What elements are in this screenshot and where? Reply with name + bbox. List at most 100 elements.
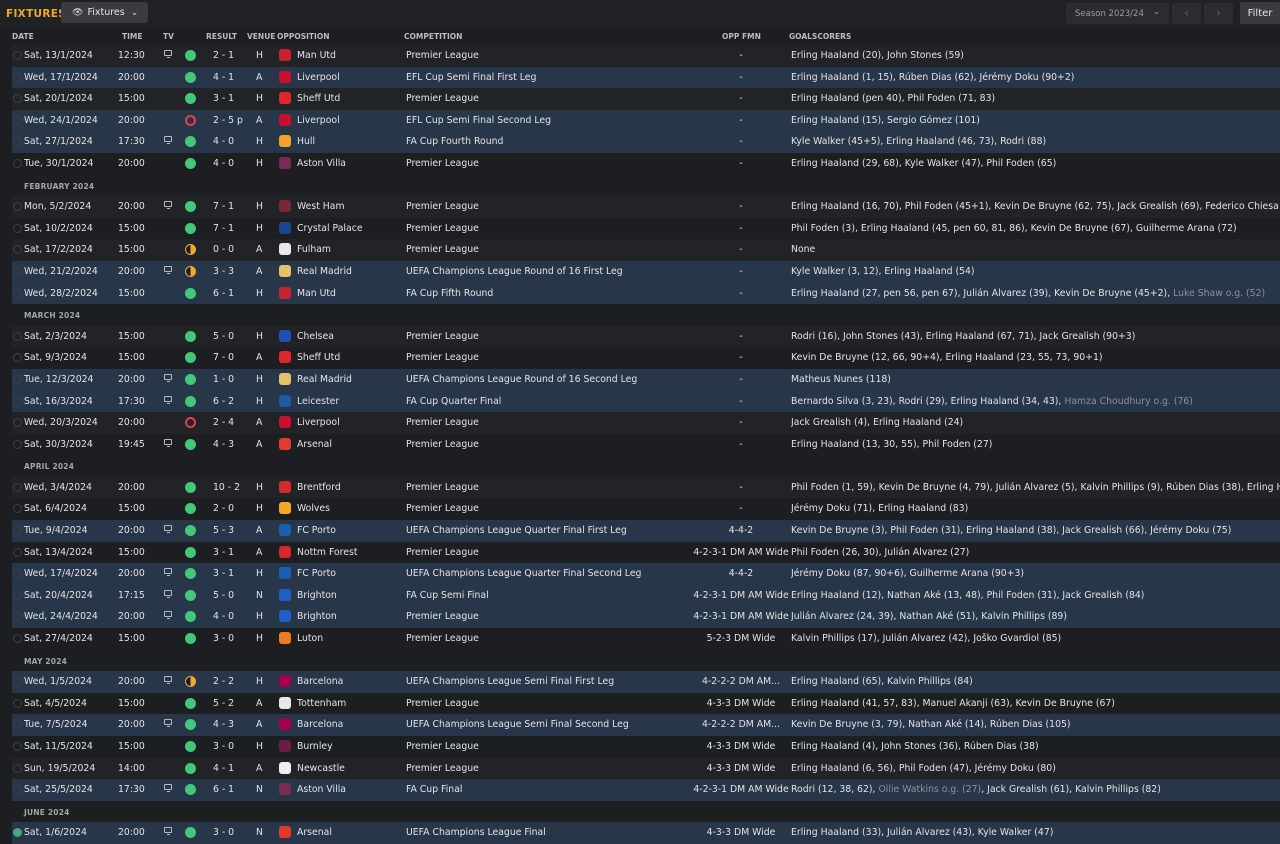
selection-indicator-icon[interactable] [13,612,22,622]
fixture-score[interactable]: 2 - 2 [213,676,234,687]
fixture-row[interactable]: Mon, 5/2/2024 20:00 7 - 1 H West Ham Premier … [12,196,1280,218]
selection-indicator-icon[interactable] [13,94,22,104]
opposition-name[interactable]: Brentford [297,482,341,493]
fixture-row[interactable]: Sat, 27/4/2024 15:00 3 - 0 H Luton Premier Le… [12,628,1280,650]
opposition-name[interactable]: Barcelona [297,676,343,687]
fixture-row[interactable]: Sat, 27/1/2024 17:30 4 - 0 H Hull FA Cup Four… [12,131,1280,153]
opposition-name[interactable]: Chelsea [297,331,334,342]
competition-name[interactable]: FA Cup Final [406,784,462,795]
opposition-name[interactable]: Leicester [297,396,339,407]
fixture-score[interactable]: 4 - 0 [213,136,234,147]
competition-name[interactable]: FA Cup Quarter Final [406,396,501,407]
competition-name[interactable]: UEFA Champions League Quarter Final Seco… [406,568,641,579]
opposition-name[interactable]: FC Porto [297,568,336,579]
fixture-score[interactable]: 4 - 0 [213,611,234,622]
view-dropdown[interactable]: 👁 Fixtures ⌄ [61,2,148,23]
opposition-name[interactable]: Brighton [297,590,337,601]
competition-name[interactable]: FA Cup Semi Final [406,590,489,601]
fixture-row[interactable]: Sat, 20/1/2024 15:00 3 - 1 H Sheff Utd Premie… [12,88,1280,110]
fixture-score[interactable]: 5 - 0 [213,331,234,342]
fixture-score[interactable]: 4 - 3 [213,439,234,450]
fixture-score[interactable]: 5 - 2 [213,698,234,709]
competition-name[interactable]: UEFA Champions League Round of 16 Second… [406,374,637,385]
opposition-name[interactable]: Arsenal [297,439,332,450]
fixture-row[interactable]: Sat, 17/2/2024 15:00 0 - 0 A Fulham Premier L… [12,239,1280,261]
fixture-score[interactable]: 6 - 1 [213,288,234,299]
fixture-row[interactable]: Tue, 30/1/2024 20:00 4 - 0 H Aston Villa Prem… [12,152,1280,175]
competition-name[interactable]: Premier League [406,244,479,255]
fixture-row[interactable]: Wed, 17/4/2024 20:00 3 - 1 H FC Porto UEFA Ch… [12,563,1280,585]
fixture-row[interactable]: Sat, 13/1/2024 12:30 2 - 1 H Man Utd Premier … [12,45,1280,67]
competition-name[interactable]: FA Cup Fifth Round [406,288,493,299]
selection-indicator-icon[interactable] [13,742,22,751]
selection-indicator-icon[interactable] [13,590,22,600]
opposition-name[interactable]: Aston Villa [297,784,346,795]
selection-indicator-icon[interactable] [13,331,22,341]
opposition-name[interactable]: Burnley [297,741,333,752]
selection-indicator-icon[interactable] [13,763,22,773]
competition-name[interactable]: Premier League [406,611,479,622]
fixture-row[interactable]: Wed, 3/4/2024 20:00 10 - 2 H Brentford Premie… [12,476,1280,499]
opposition-name[interactable]: Luton [297,633,323,644]
fixture-score[interactable]: 4 - 3 [213,719,234,730]
fixture-score[interactable]: 1 - 0 [213,374,234,385]
competition-name[interactable]: Premier League [406,352,479,363]
selection-indicator-icon[interactable] [13,828,22,838]
column-header-competition[interactable]: COMPETITION [404,32,462,41]
fixture-row[interactable]: Sat, 1/6/2024 20:00 3 - 0 N Arsenal UEFA Cham… [12,822,1280,844]
fixture-row[interactable]: Sat, 13/4/2024 15:00 3 - 1 A Nottm Forest Pre… [12,541,1280,564]
selection-indicator-icon[interactable] [13,374,22,384]
fixture-row[interactable]: Sun, 19/5/2024 14:00 4 - 1 A Newcastle Premie… [12,757,1280,780]
fixture-score[interactable]: 3 - 1 [213,568,234,579]
previous-season-button[interactable]: ‹ [1172,3,1201,24]
selection-indicator-icon[interactable] [13,288,22,298]
selection-indicator-icon[interactable] [13,72,22,82]
fixture-score[interactable]: 3 - 3 [213,266,234,277]
fixture-score[interactable]: 7 - 1 [213,201,234,212]
opposition-name[interactable]: Liverpool [297,72,340,83]
opposition-name[interactable]: Real Madrid [297,374,352,385]
selection-indicator-icon[interactable] [13,634,22,644]
opposition-name[interactable]: Man Utd [297,288,336,299]
opposition-name[interactable]: FC Porto [297,525,336,536]
fixture-row[interactable]: Sat, 30/3/2024 19:45 4 - 3 A Arsenal Premier … [12,433,1280,456]
season-dropdown[interactable]: Season 2023/24 ⌄ [1066,3,1169,24]
fixture-score[interactable]: 5 - 0 [213,590,234,601]
opposition-name[interactable]: West Ham [297,201,345,212]
fixture-score[interactable]: 4 - 1 [213,72,234,83]
fixture-score[interactable]: 5 - 3 [213,525,234,536]
fixture-row[interactable]: Wed, 24/4/2024 20:00 4 - 0 H Brighton Premier… [12,606,1280,629]
fixture-score[interactable]: 6 - 2 [213,396,234,407]
competition-name[interactable]: Premier League [406,50,479,61]
fixture-row[interactable]: Sat, 20/4/2024 17:15 5 - 0 N Brighton FA Cup … [12,584,1280,607]
opposition-name[interactable]: Barcelona [297,719,343,730]
fixture-row[interactable]: Sat, 11/5/2024 15:00 3 - 0 H Burnley Premier … [12,736,1280,758]
column-header-time[interactable]: TIME [122,32,143,41]
fixture-row[interactable]: Sat, 16/3/2024 17:30 6 - 2 H Leicester FA Cup… [12,390,1280,413]
selection-indicator-icon[interactable] [13,785,22,795]
opposition-name[interactable]: Aston Villa [297,158,346,169]
fixture-score[interactable]: 3 - 0 [213,741,234,752]
selection-indicator-icon[interactable] [13,482,22,492]
fixture-score[interactable]: 2 - 1 [213,50,234,61]
competition-name[interactable]: Premier League [406,482,479,493]
fixture-row[interactable]: Sat, 6/4/2024 15:00 2 - 0 H Wolves Premier Le… [12,498,1280,521]
opposition-name[interactable]: Newcastle [297,763,345,774]
fixture-score[interactable]: 6 - 1 [213,784,234,795]
competition-name[interactable]: Premier League [406,439,479,450]
fixture-row[interactable]: Wed, 24/1/2024 20:00 2 - 5 p A Liverpool EFL … [12,109,1280,132]
competition-name[interactable]: EFL Cup Semi Final First Leg [406,72,536,83]
fixture-row[interactable]: Sat, 25/5/2024 17:30 6 - 1 N Aston Villa FA C… [12,779,1280,801]
selection-indicator-icon[interactable] [13,720,22,730]
opposition-name[interactable]: Liverpool [297,417,340,428]
competition-name[interactable]: Premier League [406,93,479,104]
fixture-row[interactable]: Wed, 21/2/2024 20:00 3 - 3 A Real Madrid UEFA… [12,260,1280,283]
selection-indicator-icon[interactable] [13,266,22,276]
selection-indicator-icon[interactable] [13,547,22,557]
opposition-name[interactable]: Sheff Utd [297,93,340,104]
fixture-score[interactable]: 3 - 1 [213,547,234,558]
opposition-name[interactable]: Tottenham [297,698,346,709]
competition-name[interactable]: FA Cup Fourth Round [406,136,503,147]
selection-indicator-icon[interactable] [13,504,22,514]
fixture-score[interactable]: 3 - 1 [213,93,234,104]
